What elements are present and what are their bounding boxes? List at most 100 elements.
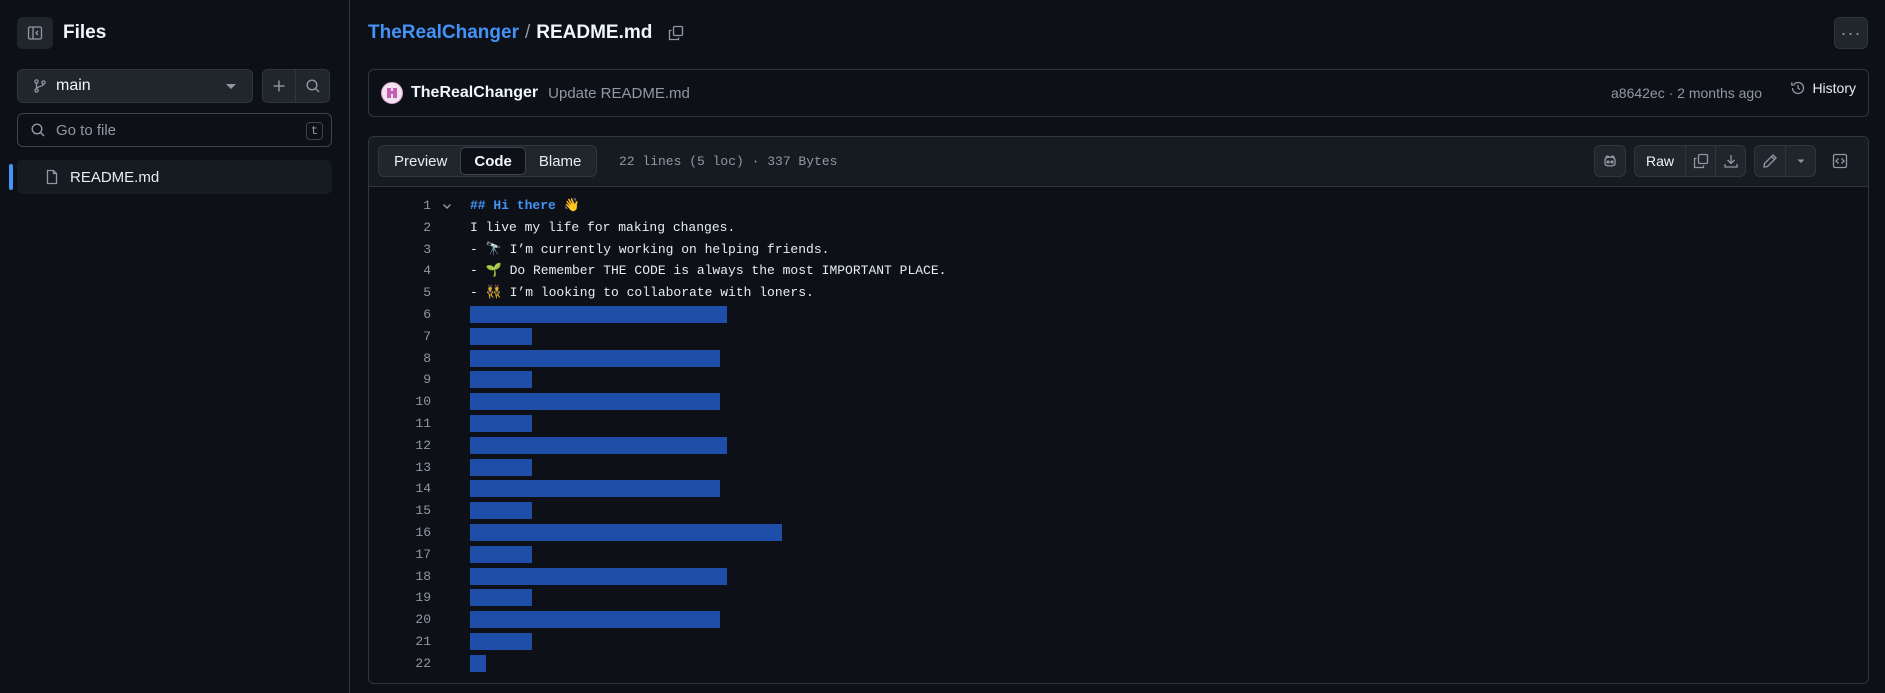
- edit-group: [1754, 145, 1816, 177]
- line-number[interactable]: 14: [369, 478, 431, 500]
- code-line: 1 ## Hi there 👋: [369, 195, 1868, 217]
- breadcrumb: TheRealChanger / README.md: [368, 22, 686, 44]
- history-icon: [1791, 81, 1805, 95]
- line-number[interactable]: 18: [369, 566, 431, 588]
- line-number[interactable]: 3: [369, 239, 431, 261]
- code-line: 19: [369, 587, 1868, 609]
- line-number[interactable]: 19: [369, 587, 431, 609]
- breadcrumb-repo-link[interactable]: TheRealChanger: [368, 22, 519, 44]
- code-line: 12: [369, 435, 1868, 457]
- code-line: 21: [369, 631, 1868, 653]
- line-number[interactable]: 15: [369, 500, 431, 522]
- line-number[interactable]: 12: [369, 435, 431, 457]
- line-number[interactable]: 7: [369, 326, 431, 348]
- selection-highlight: [470, 436, 728, 454]
- code-line: 7: [369, 326, 1868, 348]
- go-to-file-placeholder: Go to file: [56, 121, 117, 139]
- kebab-horizontal-icon: ···: [1840, 22, 1862, 43]
- line-number[interactable]: 6: [369, 304, 431, 326]
- line-number[interactable]: 20: [369, 609, 431, 631]
- line-number[interactable]: 5: [369, 282, 431, 304]
- avatar-identicon-icon: [387, 88, 397, 98]
- selection-highlight: [470, 458, 533, 476]
- code-line: 16: [369, 522, 1868, 544]
- sidebar-collapse-icon: [27, 26, 43, 40]
- copilot-button[interactable]: [1593, 145, 1626, 177]
- selection-highlight: [470, 654, 486, 672]
- code-line: 18: [369, 566, 1868, 588]
- selection-highlight: [470, 502, 533, 520]
- tab-code[interactable]: Code: [460, 147, 526, 175]
- latest-commit-bar: TheRealChanger Update README.md a8642ec …: [368, 69, 1869, 117]
- code-line-text: ## Hi there 👋: [470, 198, 580, 213]
- branch-selector-button[interactable]: main: [17, 69, 253, 103]
- code-line-text: - 🌱 Do Remember THE CODE is always the m…: [470, 263, 947, 279]
- selection-highlight: [470, 589, 533, 607]
- edit-options-button[interactable]: [1786, 145, 1816, 177]
- line-number[interactable]: 22: [369, 653, 431, 675]
- line-number[interactable]: 11: [369, 413, 431, 435]
- code-line: 17: [369, 544, 1868, 566]
- code-line: 15: [369, 500, 1868, 522]
- history-button[interactable]: History: [1790, 80, 1856, 96]
- line-number[interactable]: 8: [369, 348, 431, 370]
- search-button[interactable]: [296, 69, 330, 103]
- raw-button[interactable]: Raw: [1633, 145, 1686, 177]
- view-mode-tabs: Preview Code Blame: [378, 145, 598, 177]
- tab-blame[interactable]: Blame: [526, 147, 595, 175]
- line-number[interactable]: 1: [369, 195, 431, 217]
- line-number[interactable]: 2: [369, 217, 431, 239]
- code-lines: 1 ## Hi there 👋 2 I live my life for making…: [369, 195, 1868, 675]
- code-line: 4 - 🌱 Do Remember THE CODE is always the …: [369, 260, 1868, 282]
- selection-highlight: [470, 632, 533, 650]
- code-square-icon: [1832, 153, 1848, 169]
- collapse-sidebar-button[interactable]: [17, 17, 53, 49]
- selection-highlight: [470, 545, 533, 563]
- file-tree-item-label: README.md: [70, 168, 160, 186]
- selection-highlight: [470, 611, 720, 629]
- selection-highlight: [470, 523, 782, 541]
- go-to-file-input[interactable]: Go to file t: [17, 113, 332, 147]
- file-tree-sidebar: Files main Go to file t README.md: [0, 0, 350, 693]
- plus-icon: [273, 80, 285, 92]
- keyboard-shortcut-hint: t: [306, 122, 323, 140]
- code-line: 22: [369, 653, 1868, 675]
- commit-message[interactable]: Update README.md: [548, 85, 690, 102]
- selection-highlight: [470, 414, 533, 432]
- edit-file-button[interactable]: [1754, 145, 1786, 177]
- code-line: 8: [369, 348, 1868, 370]
- file-actions: Raw: [1593, 145, 1856, 177]
- selection-highlight: [470, 480, 720, 498]
- avatar[interactable]: [381, 82, 403, 104]
- copy-raw-button[interactable]: [1686, 145, 1716, 177]
- line-number[interactable]: 16: [369, 522, 431, 544]
- symbols-panel-button[interactable]: [1824, 145, 1856, 177]
- selection-highlight: [470, 327, 533, 345]
- file-tree-item-readme[interactable]: README.md: [9, 160, 332, 194]
- line-number[interactable]: 17: [369, 544, 431, 566]
- code-line: 6: [369, 304, 1868, 326]
- copy-path-button[interactable]: [666, 23, 686, 43]
- code-line: 3 - 🔭 I’m currently working on helping fr…: [369, 239, 1868, 261]
- sidebar-title: Files: [63, 22, 107, 43]
- copy-icon: [669, 25, 684, 41]
- line-number[interactable]: 9: [369, 369, 431, 391]
- line-number[interactable]: 21: [369, 631, 431, 653]
- file-info: 22 lines (5 loc) · 337 Bytes: [619, 154, 838, 169]
- download-button[interactable]: [1716, 145, 1746, 177]
- code-line: 2 I live my life for making changes.: [369, 217, 1868, 239]
- copilot-icon: [1604, 155, 1616, 167]
- fold-chevron-icon[interactable]: [442, 201, 452, 211]
- commit-meta[interactable]: a8642ec · 2 months ago: [1611, 85, 1762, 101]
- triangle-down-icon: [1797, 159, 1804, 163]
- line-number[interactable]: 10: [369, 391, 431, 413]
- line-number[interactable]: 13: [369, 457, 431, 479]
- code-line-text: I live my life for making changes.: [470, 219, 736, 235]
- more-options-button[interactable]: ···: [1834, 17, 1868, 49]
- git-branch-icon: [34, 79, 46, 93]
- add-file-button[interactable]: [262, 69, 296, 103]
- commit-author[interactable]: TheRealChanger: [411, 84, 538, 102]
- tab-preview[interactable]: Preview: [381, 147, 460, 175]
- code-line: 14: [369, 478, 1868, 500]
- line-number[interactable]: 4: [369, 260, 431, 282]
